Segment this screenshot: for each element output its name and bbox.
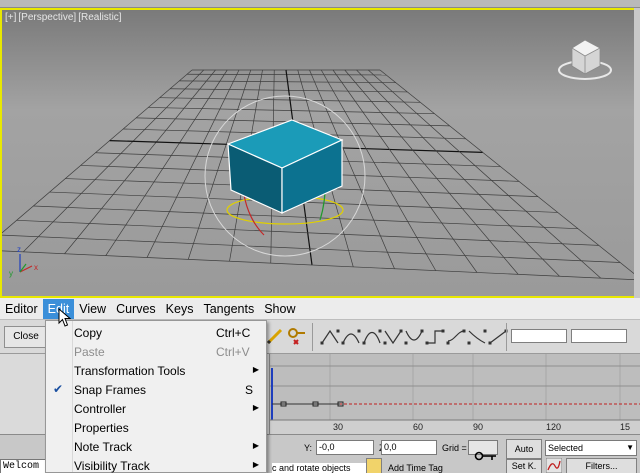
auto-key-button[interactable]: Auto bbox=[506, 439, 542, 459]
menu-item-shortcut: S bbox=[245, 383, 254, 397]
prompt-line: c and rotate objects bbox=[272, 463, 366, 473]
submenu-arrow-icon: ▶ bbox=[252, 441, 259, 450]
chevron-down-icon: ▼ bbox=[626, 443, 634, 452]
svg-text:z: z bbox=[17, 245, 21, 254]
timeline-tick: 30 bbox=[333, 422, 344, 432]
menu-item-label: Visibility Track bbox=[74, 459, 150, 473]
menu-item-label: Paste bbox=[74, 345, 105, 359]
menu-tangents[interactable]: Tangents bbox=[198, 299, 259, 319]
pencil-icon[interactable] bbox=[264, 325, 286, 347]
curve-graph[interactable] bbox=[270, 354, 640, 434]
key-value-field[interactable] bbox=[511, 329, 567, 343]
time-tag-icon[interactable] bbox=[366, 458, 382, 473]
timeline-tick: 60 bbox=[413, 422, 424, 432]
key-filter-value: Selected bbox=[548, 443, 584, 453]
viewport-shading[interactable]: [Realistic] bbox=[78, 12, 121, 23]
z-coordinate-field[interactable]: 0,0 bbox=[381, 440, 437, 455]
viewport-label[interactable]: [+] [Perspective] [Realistic] bbox=[5, 12, 124, 23]
edit-menu-dropdown: Copy Ctrl+C Paste Ctrl+V Transformation … bbox=[45, 320, 267, 473]
menu-item-label: Copy bbox=[74, 326, 103, 340]
submenu-arrow-icon: ▶ bbox=[252, 460, 259, 469]
key-filter-select[interactable]: Selected ▼ bbox=[545, 440, 637, 456]
viewport-point-of-view[interactable]: [Perspective] bbox=[18, 12, 76, 23]
menu-item-transformation-tools[interactable]: Transformation Tools ▶ bbox=[46, 362, 266, 381]
menu-item-label: Note Track bbox=[74, 440, 133, 454]
key-frame-field[interactable] bbox=[571, 329, 627, 343]
checkmark-icon: ✔ bbox=[53, 382, 64, 396]
maxscript-listener[interactable]: Welcom bbox=[0, 459, 50, 473]
perspective-viewport[interactable]: x y z [+] [Perspective] [Realistic] bbox=[0, 8, 640, 298]
set-key-button[interactable]: Set K. bbox=[506, 459, 542, 473]
viewport-scene: x y z bbox=[2, 39, 638, 281]
add-time-tag-button[interactable]: Add Time Tag bbox=[388, 463, 443, 473]
key-icon[interactable] bbox=[474, 449, 498, 463]
timeline-tick: 15 bbox=[620, 422, 631, 432]
top-strip bbox=[0, 0, 640, 8]
submenu-arrow-icon: ▶ bbox=[252, 403, 259, 412]
menu-item-label: Snap Frames bbox=[74, 383, 147, 397]
key-icon[interactable] bbox=[286, 325, 308, 347]
menu-item-shortcut: Ctrl+C bbox=[216, 326, 251, 340]
svg-text:y: y bbox=[9, 269, 13, 278]
menu-view[interactable]: View bbox=[74, 299, 111, 319]
y-label: Y: bbox=[304, 443, 313, 453]
timeline-tick: 120 bbox=[546, 422, 562, 432]
curve-editor-menubar: Editor Edit View Curves Keys Tangents Sh… bbox=[0, 298, 640, 320]
menu-item-paste[interactable]: Paste Ctrl+V bbox=[46, 343, 266, 362]
menu-show[interactable]: Show bbox=[259, 299, 300, 319]
right-scrollbar[interactable] bbox=[634, 8, 640, 298]
filters-button[interactable]: Filters... bbox=[566, 458, 637, 473]
submenu-arrow-icon: ▶ bbox=[252, 365, 259, 374]
menu-item-label: Transformation Tools bbox=[74, 364, 186, 378]
axis-tripod-icon: x y z bbox=[9, 245, 38, 278]
menu-item-label: Properties bbox=[74, 421, 129, 435]
menu-item-snap-frames[interactable]: ✔ Snap Frames S bbox=[46, 381, 266, 400]
menu-item-properties[interactable]: Properties bbox=[46, 419, 266, 438]
toolbar-separator bbox=[506, 323, 507, 351]
timeline-tick: 90 bbox=[473, 422, 484, 432]
menu-keys[interactable]: Keys bbox=[161, 299, 199, 319]
svg-text:x: x bbox=[34, 263, 38, 272]
menu-editor[interactable]: Editor bbox=[0, 299, 43, 319]
mouse-cursor-icon bbox=[58, 308, 72, 327]
menu-item-visibility-track[interactable]: Visibility Track ▶ bbox=[46, 457, 266, 473]
menu-item-controller[interactable]: Controller ▶ bbox=[46, 400, 266, 419]
toolbar-separator bbox=[312, 323, 313, 351]
menu-item-label: Controller bbox=[74, 402, 127, 416]
close-button[interactable]: Close bbox=[4, 326, 48, 348]
curve-icon[interactable] bbox=[546, 458, 562, 473]
y-coordinate-field[interactable]: -0,0 bbox=[316, 440, 374, 455]
viewcube-icon bbox=[558, 39, 612, 80]
menu-curves[interactable]: Curves bbox=[111, 299, 161, 319]
menu-item-note-track[interactable]: Note Track ▶ bbox=[46, 438, 266, 457]
menu-item-shortcut: Ctrl+V bbox=[216, 345, 250, 359]
viewport-menu-plus[interactable]: [+] bbox=[5, 12, 16, 23]
menu-item-copy[interactable]: Copy Ctrl+C bbox=[46, 324, 266, 343]
grid-label: Grid = bbox=[442, 443, 467, 453]
